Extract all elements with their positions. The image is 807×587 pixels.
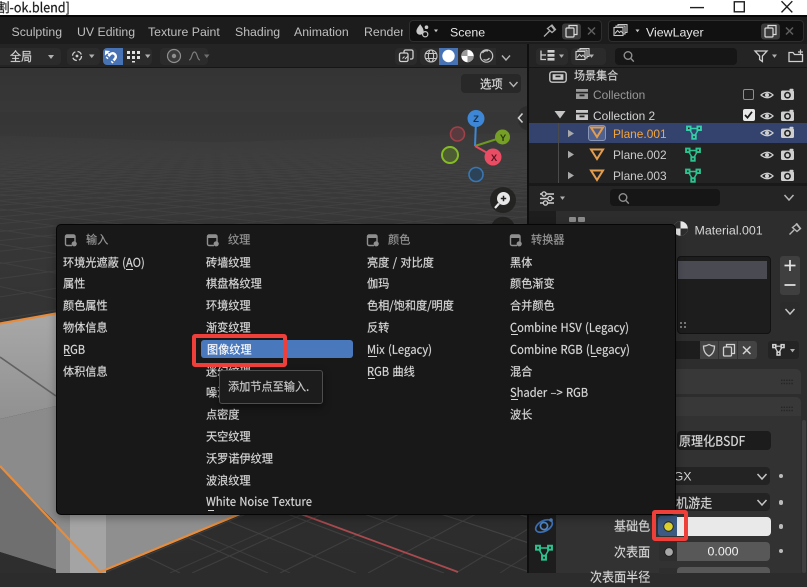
svg-text:Y: Y [500,133,507,144]
svg-text:X: X [491,153,498,164]
svg-text:Z: Z [473,114,479,125]
